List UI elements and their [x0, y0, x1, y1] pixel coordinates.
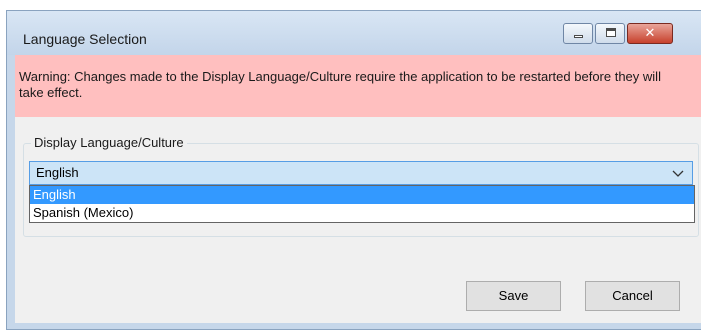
language-combobox[interactable]: English — [29, 161, 693, 185]
warning-banner: Warning: Changes made to the Display Lan… — [15, 55, 701, 117]
chevron-down-icon[interactable] — [672, 166, 684, 180]
minimize-icon — [574, 35, 583, 38]
option-spanish-mexico[interactable]: Spanish (Mexico) — [30, 204, 694, 222]
cancel-button[interactable]: Cancel — [585, 281, 680, 311]
title-bar[interactable]: Language Selection ✕ — [7, 11, 701, 55]
maximize-button[interactable] — [595, 23, 625, 44]
minimize-button[interactable] — [563, 23, 593, 44]
close-icon: ✕ — [644, 26, 656, 41]
language-selection-window: Language Selection ✕ Warning: Changes ma… — [6, 10, 701, 330]
combobox-selected-value: English — [36, 165, 79, 180]
dialog-client-area: Warning: Changes made to the Display Lan… — [15, 55, 701, 323]
close-button[interactable]: ✕ — [627, 23, 673, 44]
warning-text: Warning: Changes made to the Display Lan… — [19, 69, 661, 100]
window-title: Language Selection — [23, 31, 147, 47]
save-button[interactable]: Save — [466, 281, 561, 311]
language-dropdown-list: English Spanish (Mexico) — [29, 185, 695, 223]
groupbox-label: Display Language/Culture — [31, 135, 187, 151]
option-english[interactable]: English — [30, 186, 694, 204]
maximize-icon — [606, 28, 616, 37]
